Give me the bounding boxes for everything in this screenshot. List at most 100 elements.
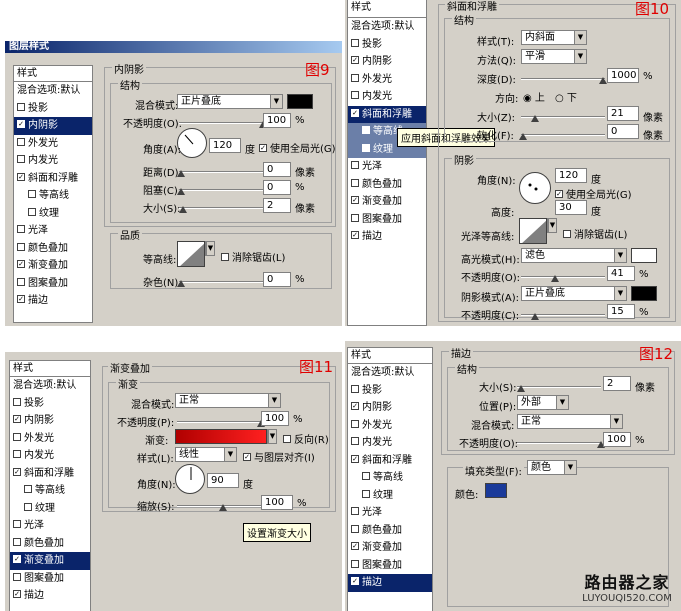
checkbox-checked-icon[interactable]: ✓ bbox=[351, 542, 359, 550]
style-item-gradient-overlay[interactable]: ✓ 渐变叠加 bbox=[348, 539, 432, 557]
reverse-checkbox[interactable]: 反向(R) bbox=[283, 431, 329, 446]
checkbox-icon[interactable] bbox=[13, 432, 21, 441]
checkbox-icon[interactable] bbox=[351, 73, 359, 82]
contour-dropdown[interactable]: ▼ bbox=[205, 241, 215, 256]
angle-input[interactable]: 120 bbox=[555, 168, 587, 183]
antialias-checkbox[interactable]: 消除锯齿(L) bbox=[221, 249, 285, 264]
shadow-color-swatch[interactable] bbox=[287, 94, 313, 109]
bevel-style-select[interactable]: 内斜面 ▼ bbox=[521, 30, 587, 45]
size-slider-thumb[interactable] bbox=[531, 115, 539, 122]
size-slider[interactable] bbox=[517, 386, 601, 388]
checkbox-icon[interactable] bbox=[17, 225, 25, 233]
angle-input[interactable]: 120 bbox=[209, 138, 241, 153]
style-item-gradient-overlay[interactable]: ✓ 渐变叠加 bbox=[14, 257, 92, 275]
highlight-mode-select[interactable]: 滤色 ▼ bbox=[521, 248, 627, 263]
checkbox-icon[interactable] bbox=[24, 502, 32, 511]
shadow-opacity-input[interactable]: 15 bbox=[607, 304, 635, 319]
checkbox-icon[interactable] bbox=[351, 419, 359, 428]
checkbox-checked-icon[interactable]: ✓ bbox=[351, 231, 359, 239]
style-item-drop-shadow[interactable]: 投影 bbox=[348, 36, 426, 54]
checkbox-icon[interactable] bbox=[17, 102, 25, 111]
checkbox-icon[interactable] bbox=[351, 161, 359, 169]
checkbox-checked-icon[interactable]: ✓ bbox=[17, 172, 25, 181]
checkbox-icon[interactable] bbox=[17, 242, 25, 251]
size-slider-thumb[interactable] bbox=[179, 206, 187, 213]
style-item-drop-shadow[interactable]: 投影 bbox=[14, 100, 92, 118]
checkbox-icon[interactable] bbox=[28, 190, 36, 198]
align-checkbox[interactable]: ✓ 与图层对齐(I) bbox=[243, 449, 315, 464]
opacity-slider[interactable] bbox=[177, 421, 261, 423]
checkbox-checked-icon[interactable]: ✓ bbox=[17, 260, 25, 268]
style-item-inner-shadow[interactable]: ✓ 内阴影 bbox=[14, 117, 92, 135]
style-item-inner-glow[interactable]: 内发光 bbox=[348, 434, 432, 452]
checkbox-icon[interactable] bbox=[351, 38, 359, 47]
soften-slider[interactable] bbox=[521, 134, 605, 136]
checkbox-checked-icon[interactable]: ✓ bbox=[13, 555, 21, 563]
style-item-bevel[interactable]: ✓ 斜面和浮雕 bbox=[10, 465, 90, 483]
checkbox-checked-icon[interactable]: ✓ bbox=[243, 453, 251, 461]
angle-dial[interactable] bbox=[177, 128, 207, 158]
checkbox-icon[interactable] bbox=[17, 277, 25, 286]
radio-icon[interactable]: ○ bbox=[555, 93, 564, 104]
style-item-satin[interactable]: 光泽 bbox=[348, 158, 426, 176]
style-item-stroke[interactable]: ✓ 描边 bbox=[348, 574, 432, 592]
highlight-color-swatch[interactable] bbox=[631, 248, 657, 263]
style-item-inner-glow[interactable]: 内发光 bbox=[348, 88, 426, 106]
style-item-texture[interactable]: 纹理 bbox=[10, 500, 90, 518]
style-item-drop-shadow[interactable]: 投影 bbox=[10, 395, 90, 413]
opacity-input[interactable]: 100 bbox=[603, 432, 631, 447]
style-item-contour[interactable]: 等高线 bbox=[10, 482, 90, 500]
opacity-input[interactable]: 100 bbox=[261, 411, 289, 426]
highlight-opacity-input[interactable]: 41 bbox=[607, 266, 635, 281]
checkbox-checked-icon[interactable]: ✓ bbox=[351, 402, 359, 410]
noise-slider-thumb[interactable] bbox=[177, 280, 185, 287]
style-item-stroke[interactable]: ✓ 描边 bbox=[10, 587, 90, 605]
size-input[interactable]: 2 bbox=[603, 376, 631, 391]
checkbox-checked-icon[interactable]: ✓ bbox=[351, 454, 359, 463]
stroke-color-swatch[interactable] bbox=[485, 483, 507, 498]
size-slider[interactable] bbox=[179, 207, 263, 209]
shadow-mode-select[interactable]: 正片叠底 ▼ bbox=[521, 286, 627, 301]
highlight-opacity-slider[interactable] bbox=[521, 276, 605, 278]
distance-input[interactable]: 0 bbox=[263, 162, 291, 177]
antialias-checkbox[interactable]: 消除锯齿(L) bbox=[563, 226, 627, 241]
gradient-style-select[interactable]: 线性 ▼ bbox=[175, 447, 237, 462]
checkbox-icon[interactable] bbox=[362, 489, 370, 498]
checkbox-icon[interactable] bbox=[13, 397, 21, 406]
opacity-input[interactable]: 100 bbox=[263, 113, 291, 128]
style-item-outer-glow[interactable]: 外发光 bbox=[348, 71, 426, 89]
scale-input[interactable]: 100 bbox=[261, 495, 293, 510]
style-item-blend[interactable]: 混合选项:默认 bbox=[10, 377, 90, 395]
checkbox-icon[interactable] bbox=[24, 485, 32, 493]
style-item-stroke[interactable]: ✓ 描边 bbox=[348, 228, 426, 246]
shadow-color-swatch[interactable] bbox=[631, 286, 657, 301]
checkbox-icon[interactable] bbox=[351, 178, 359, 187]
blend-mode-select[interactable]: 正片叠底 ▼ bbox=[177, 94, 283, 109]
style-item-inner-shadow[interactable]: ✓ 内阴影 bbox=[10, 412, 90, 430]
noise-slider[interactable] bbox=[179, 281, 263, 283]
noise-input[interactable]: 0 bbox=[263, 272, 291, 287]
style-item-color-overlay[interactable]: 颜色叠加 bbox=[10, 535, 90, 553]
checkbox-icon[interactable] bbox=[362, 472, 370, 480]
style-item-texture[interactable]: 纹理 bbox=[348, 487, 432, 505]
style-item-contour[interactable]: 等高线 bbox=[348, 469, 432, 487]
gloss-contour-preview[interactable] bbox=[519, 218, 547, 244]
style-item-drop-shadow[interactable]: 投影 bbox=[348, 382, 432, 400]
style-item-blend[interactable]: 混合选项:默认 bbox=[348, 18, 426, 36]
style-item-blend[interactable]: 混合选项:默认 bbox=[348, 364, 432, 382]
global-light-checkbox[interactable]: ✓ 使用全局光(G) bbox=[259, 140, 336, 155]
style-item-gradient-overlay[interactable]: ✓ 渐变叠加 bbox=[10, 552, 90, 570]
gloss-contour-dropdown[interactable]: ▼ bbox=[547, 218, 557, 233]
checkbox-icon[interactable] bbox=[351, 524, 359, 533]
direction-up-radio[interactable]: ◉ 上 bbox=[523, 89, 545, 104]
style-item-stroke[interactable]: ✓ 描边 bbox=[14, 292, 92, 310]
checkbox-icon[interactable] bbox=[13, 520, 21, 528]
angle-dial[interactable] bbox=[519, 172, 551, 204]
style-item-texture[interactable]: 纹理 bbox=[14, 205, 92, 223]
checkbox-checked-icon[interactable]: ✓ bbox=[13, 590, 21, 598]
style-list-head[interactable]: 样式 bbox=[10, 361, 90, 377]
style-item-pattern-overlay[interactable]: 图案叠加 bbox=[14, 275, 92, 293]
angle-input[interactable]: 90 bbox=[207, 473, 239, 488]
checkbox-checked-icon[interactable]: ✓ bbox=[17, 295, 25, 303]
checkbox-checked-icon[interactable]: ✓ bbox=[555, 190, 563, 198]
